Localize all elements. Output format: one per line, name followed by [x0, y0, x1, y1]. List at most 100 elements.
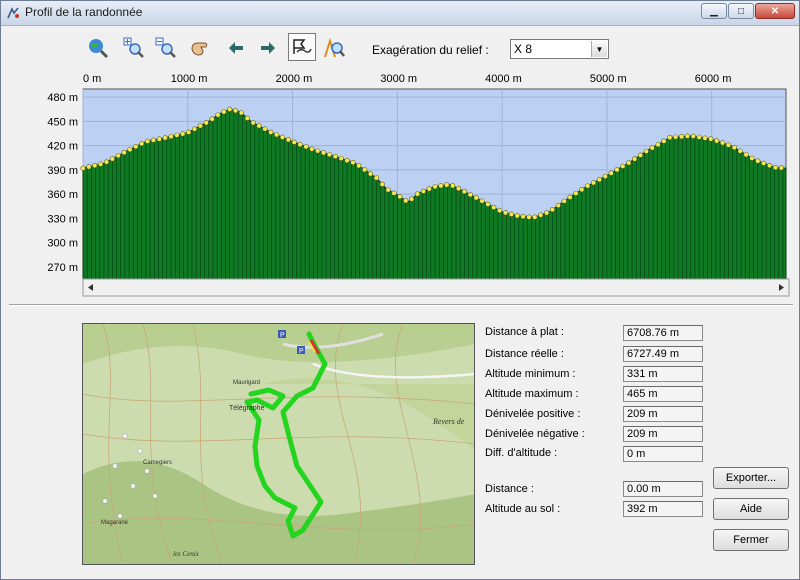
- elevation-point[interactable]: [80, 165, 86, 171]
- close-window-button[interactable]: ✕: [755, 3, 795, 19]
- elevation-point[interactable]: [238, 110, 245, 116]
- elevation-point[interactable]: [350, 159, 356, 166]
- elevation-point[interactable]: [467, 192, 473, 198]
- elevation-point[interactable]: [397, 194, 403, 200]
- elevation-point[interactable]: [649, 145, 655, 151]
- elevation-point[interactable]: [631, 156, 638, 162]
- elevation-point[interactable]: [209, 116, 215, 122]
- elevation-point[interactable]: [379, 181, 385, 187]
- elevation-point[interactable]: [497, 207, 503, 214]
- close-button[interactable]: Fermer: [713, 529, 789, 551]
- elevation-point[interactable]: [573, 190, 579, 197]
- elevation-profile-svg[interactable]: 480 m 450 m 420 m 390 m 360 m 330 m 300 m 270 m…: [1, 67, 800, 299]
- elevation-point[interactable]: [755, 158, 761, 164]
- elevation-point[interactable]: [109, 156, 115, 162]
- maximize-button[interactable]: □: [728, 3, 754, 19]
- elevation-point[interactable]: [772, 164, 779, 171]
- elevation-point[interactable]: [156, 136, 162, 142]
- minimize-button[interactable]: ▁: [701, 3, 727, 19]
- elevation-point[interactable]: [420, 188, 426, 194]
- elevation-point[interactable]: [186, 129, 192, 135]
- globe-zoom-button[interactable]: [85, 35, 111, 61]
- elevation-point[interactable]: [614, 167, 620, 173]
- elevation-point[interactable]: [414, 191, 421, 197]
- elevation-point[interactable]: [608, 170, 614, 176]
- help-button[interactable]: Aide: [713, 498, 789, 520]
- elevation-point[interactable]: [297, 141, 303, 148]
- elevation-point[interactable]: [127, 146, 133, 153]
- elevation-point[interactable]: [661, 138, 667, 144]
- elevation-point[interactable]: [538, 212, 544, 218]
- elevation-point[interactable]: [626, 160, 632, 166]
- elevation-point[interactable]: [684, 133, 690, 139]
- elevation-point[interactable]: [737, 148, 743, 154]
- elevation-point[interactable]: [303, 144, 309, 150]
- elevation-point[interactable]: [567, 194, 573, 200]
- elevation-point[interactable]: [367, 171, 374, 177]
- elevation-point[interactable]: [561, 198, 567, 204]
- elevation-point[interactable]: [274, 132, 280, 138]
- elevation-point[interactable]: [86, 164, 92, 170]
- chevron-down-icon[interactable]: ▼: [591, 41, 607, 57]
- elevation-point[interactable]: [678, 134, 685, 140]
- elevation-point[interactable]: [227, 106, 233, 112]
- elevation-point[interactable]: [362, 167, 368, 173]
- elevation-point[interactable]: [508, 211, 514, 217]
- elevation-point[interactable]: [285, 137, 291, 143]
- elevation-point[interactable]: [432, 184, 438, 190]
- zoom-out-button[interactable]: [153, 35, 179, 61]
- elevation-point[interactable]: [720, 140, 726, 146]
- elevation-point[interactable]: [743, 152, 749, 158]
- elevation-point[interactable]: [620, 163, 626, 169]
- elevation-point[interactable]: [373, 175, 379, 181]
- elevation-point[interactable]: [250, 120, 256, 126]
- elevation-point[interactable]: [667, 134, 673, 141]
- elevation-point[interactable]: [326, 151, 333, 158]
- elevation-point[interactable]: [455, 185, 462, 192]
- elevation-point[interactable]: [778, 165, 784, 171]
- elevation-point[interactable]: [602, 173, 608, 180]
- elevation-point[interactable]: [344, 157, 350, 164]
- elevation-point[interactable]: [244, 115, 250, 121]
- elevation-point[interactable]: [144, 138, 151, 144]
- title-bar[interactable]: Profil de la randonnée ▁ □ ✕: [1, 1, 799, 26]
- elevation-point[interactable]: [596, 176, 602, 183]
- elevation-point[interactable]: [714, 138, 720, 144]
- elevation-point[interactable]: [409, 196, 415, 202]
- elevation-point[interactable]: [309, 146, 315, 152]
- elevation-point[interactable]: [92, 162, 98, 169]
- elevation-point[interactable]: [121, 149, 127, 156]
- elevation-point[interactable]: [203, 120, 209, 126]
- elevation-point[interactable]: [673, 134, 679, 140]
- elevation-point[interactable]: [690, 133, 696, 139]
- elevation-point[interactable]: [585, 183, 591, 189]
- elevation-point[interactable]: [291, 139, 297, 145]
- elevation-point[interactable]: [526, 214, 532, 220]
- hand-pan-button[interactable]: [187, 35, 213, 61]
- elevation-point[interactable]: [761, 160, 767, 166]
- elevation-point[interactable]: [473, 195, 479, 201]
- elevation-point[interactable]: [262, 126, 268, 132]
- elevation-point[interactable]: [766, 162, 773, 169]
- elevation-point[interactable]: [637, 152, 644, 158]
- elevation-point[interactable]: [338, 155, 344, 162]
- elevation-point[interactable]: [403, 198, 409, 204]
- chart-scrollbar[interactable]: [82, 278, 790, 297]
- previous-button[interactable]: [223, 35, 249, 61]
- elevation-point[interactable]: [643, 148, 649, 154]
- elevation-point[interactable]: [696, 134, 702, 140]
- elevation-point[interactable]: [232, 107, 239, 114]
- elevation-point[interactable]: [731, 144, 737, 151]
- elevation-point[interactable]: [450, 183, 456, 189]
- elevation-point[interactable]: [520, 213, 526, 220]
- elevation-point[interactable]: [555, 202, 561, 209]
- elevation-point[interactable]: [197, 123, 203, 129]
- route-map[interactable]: P P Télégraphe Revers de Camegiers Magar…: [82, 323, 475, 565]
- elevation-point[interactable]: [549, 207, 556, 213]
- elevation-point[interactable]: [655, 142, 661, 148]
- elevation-point[interactable]: [426, 186, 432, 192]
- elevation-point[interactable]: [708, 136, 714, 142]
- elevation-point[interactable]: [444, 182, 450, 188]
- next-button[interactable]: [255, 35, 281, 61]
- elevation-point[interactable]: [543, 210, 550, 216]
